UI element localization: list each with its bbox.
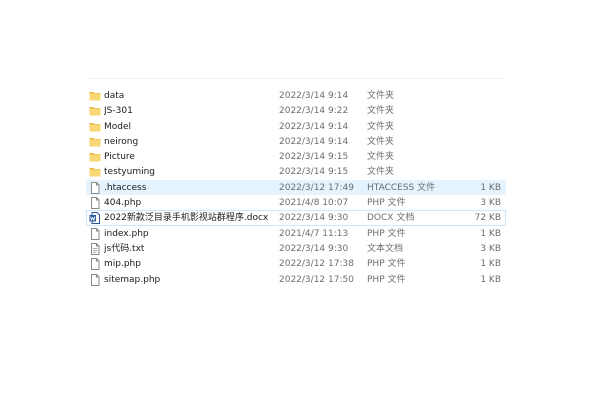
file-name: data [104,91,125,101]
file-date-modified: 2022/3/14 9:15 [279,152,349,163]
file-date-modified: 2022/3/14 9:14 [279,136,349,147]
file-row[interactable]: 404.php 2021/4/8 10:07 PHP 文件 3 KB [86,195,506,210]
file-row[interactable]: js代码.txt 2022/3/14 9:30 文本文档 3 KB [86,241,506,256]
file-date-modified: 2021/4/7 11:13 [279,228,349,239]
file-row[interactable]: neirong 2022/3/14 9:14 文件夹 [86,134,506,149]
file-name: index.php [104,228,149,239]
file-row[interactable]: JS-301 2022/3/14 9:22 文件夹 [86,103,506,118]
file-icon [89,197,101,210]
file-name: js代码.txt [104,243,145,254]
file-row[interactable]: testyuming 2022/3/14 9:15 文件夹 [86,164,506,179]
file-type: 文件夹 [367,106,395,117]
file-date-modified: 2022/3/14 9:14 [279,91,349,101]
file-name: .htaccess [104,182,147,193]
file-name: mip.php [104,259,141,270]
file-type: DOCX 文档 [367,213,415,224]
folder-icon [89,121,101,133]
file-name: 404.php [104,198,142,209]
file-list: data 2022/3/14 9:14 文件夹 JS-301 2022/3/14… [86,88,506,287]
file-type: PHP 文件 [367,259,406,270]
file-date-modified: 2022/3/12 17:38 [279,259,354,270]
file-icon [89,258,101,271]
folder-icon [89,90,101,102]
file-type: 文本文档 [367,243,404,254]
file-row[interactable]: Model 2022/3/14 9:14 文件夹 [86,119,506,134]
file-size: 1 KB [480,274,501,285]
file-date-modified: 2022/3/14 9:30 [279,243,349,254]
folder-icon [89,151,101,163]
file-date-modified: 2022/3/14 9:14 [279,121,349,132]
file-type: PHP 文件 [367,228,406,239]
docx-icon [89,212,101,225]
file-row[interactable]: .htaccess 2022/3/12 17:49 HTACCESS 文件 1 … [86,179,506,196]
file-type: PHP 文件 [367,198,406,209]
file-date-modified: 2022/3/12 17:50 [279,274,354,285]
file-type: 文件夹 [367,91,395,101]
file-icon [89,273,101,286]
file-date-modified: 2022/3/14 9:30 [279,213,349,224]
file-size: 1 KB [480,259,501,270]
file-row[interactable]: 2022新款泛目录手机影视站群程序.docx 2022/3/14 9:30 DO… [86,210,506,226]
file-row[interactable]: sitemap.php 2022/3/12 17:50 PHP 文件 1 KB [86,272,506,287]
file-row[interactable]: mip.php 2022/3/12 17:38 PHP 文件 1 KB [86,256,506,271]
file-row[interactable]: Picture 2022/3/14 9:15 文件夹 [86,149,506,164]
file-name: JS-301 [104,106,133,117]
folder-icon [89,136,101,148]
file-type: 文件夹 [367,136,395,147]
file-date-modified: 2021/4/8 10:07 [279,198,349,209]
file-type: HTACCESS 文件 [367,182,436,193]
folder-icon [89,166,101,178]
file-name: Model [104,121,132,132]
text-file-icon [89,242,101,255]
file-size: 3 KB [480,198,501,209]
file-date-modified: 2022/3/14 9:15 [279,167,349,178]
file-row[interactable]: index.php 2021/4/7 11:13 PHP 文件 1 KB [86,226,506,241]
file-size: 3 KB [480,243,501,254]
file-name: sitemap.php [104,274,161,285]
file-icon [89,181,101,194]
file-row[interactable]: data 2022/3/14 9:14 文件夹 [86,88,506,103]
file-type: 文件夹 [367,167,395,178]
file-type: PHP 文件 [367,274,406,285]
file-type: 文件夹 [367,121,395,132]
file-size: 1 KB [480,182,501,193]
file-size: 1 KB [480,228,501,239]
file-type: 文件夹 [367,152,395,163]
folder-icon [89,105,101,117]
file-icon [89,227,101,240]
file-date-modified: 2022/3/12 17:49 [279,182,354,193]
column-header-divider [86,78,506,79]
file-explorer: data 2022/3/14 9:14 文件夹 JS-301 2022/3/14… [0,0,600,400]
file-size: 72 KB [474,213,501,224]
file-name: Picture [104,152,135,163]
file-name: neirong [104,136,139,147]
file-name: 2022新款泛目录手机影视站群程序.docx [104,213,269,224]
file-name: testyuming [104,167,155,178]
file-date-modified: 2022/3/14 9:22 [279,106,349,117]
